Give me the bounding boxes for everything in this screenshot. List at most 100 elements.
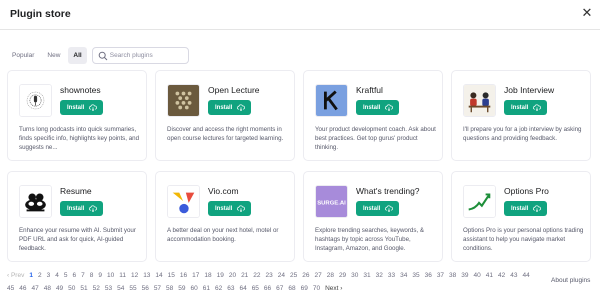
- about-plugins-link[interactable]: About plugins: [551, 277, 590, 284]
- install-button[interactable]: Install: [208, 100, 251, 115]
- page-link[interactable]: 28: [327, 269, 334, 282]
- page-link[interactable]: 48: [44, 282, 51, 295]
- page-link[interactable]: 17: [192, 269, 199, 282]
- page-link[interactable]: 26: [302, 269, 309, 282]
- page-link[interactable]: 54: [117, 282, 124, 295]
- page-link[interactable]: 1: [29, 269, 33, 282]
- page-link[interactable]: 10: [107, 269, 114, 282]
- page-link[interactable]: 7: [81, 269, 85, 282]
- plugin-card-shownotes[interactable]: shownotes Install Turns long podcasts in…: [7, 70, 147, 161]
- page-link[interactable]: 68: [288, 282, 295, 295]
- plugin-card-job-interview[interactable]: Job Interview Install I'll prepare you f…: [451, 70, 591, 161]
- page-link[interactable]: 16: [180, 269, 187, 282]
- page-link[interactable]: 55: [129, 282, 136, 295]
- page-link[interactable]: 44: [522, 269, 529, 282]
- page-link[interactable]: 67: [276, 282, 283, 295]
- plugin-card-resume[interactable]: Resume Install Enhance your resume with …: [7, 171, 147, 262]
- prev-page-button[interactable]: ‹ Prev: [7, 269, 24, 282]
- cloud-download-icon: [89, 104, 97, 111]
- page-link[interactable]: 66: [264, 282, 271, 295]
- page-link[interactable]: 64: [239, 282, 246, 295]
- close-icon[interactable]: ✕: [580, 6, 594, 20]
- search-box[interactable]: [91, 47, 189, 64]
- page-link[interactable]: 60: [191, 282, 198, 295]
- plugin-card-open-lecture[interactable]: Open Lecture Install Discover and access…: [155, 70, 295, 161]
- page-link[interactable]: 33: [388, 269, 395, 282]
- page-link[interactable]: 45: [7, 282, 14, 295]
- page-link[interactable]: 25: [290, 269, 297, 282]
- page-link[interactable]: 19: [217, 269, 224, 282]
- page-link[interactable]: 53: [105, 282, 112, 295]
- page-link[interactable]: 59: [178, 282, 185, 295]
- page-link[interactable]: 63: [227, 282, 234, 295]
- install-button[interactable]: Install: [356, 201, 399, 216]
- cloud-download-icon: [385, 104, 393, 111]
- page-link[interactable]: 50: [68, 282, 75, 295]
- page-link[interactable]: 11: [119, 269, 126, 282]
- page-link[interactable]: 13: [143, 269, 150, 282]
- page-link[interactable]: 43: [510, 269, 517, 282]
- install-button[interactable]: Install: [504, 201, 547, 216]
- plugin-card-options-pro[interactable]: Options Pro Install Options Pro is your …: [451, 171, 591, 262]
- page-link[interactable]: 8: [90, 269, 94, 282]
- page-link[interactable]: 35: [412, 269, 419, 282]
- page-link[interactable]: 18: [204, 269, 211, 282]
- page-link[interactable]: 34: [400, 269, 407, 282]
- tab-new[interactable]: New: [42, 47, 65, 64]
- page-link[interactable]: 14: [155, 269, 162, 282]
- page-link[interactable]: 65: [252, 282, 259, 295]
- page-link[interactable]: 5: [64, 269, 68, 282]
- page-link[interactable]: 30: [351, 269, 358, 282]
- page-link[interactable]: 56: [142, 282, 149, 295]
- page-link[interactable]: 23: [266, 269, 273, 282]
- page-link[interactable]: 41: [486, 269, 493, 282]
- install-button[interactable]: Install: [60, 201, 103, 216]
- page-link[interactable]: 31: [363, 269, 370, 282]
- page-link[interactable]: 24: [278, 269, 285, 282]
- page-link[interactable]: 51: [80, 282, 87, 295]
- page-link[interactable]: 70: [313, 282, 320, 295]
- page-link[interactable]: 46: [19, 282, 26, 295]
- plugin-card-kraftful[interactable]: Kraftful Install Your product developmen…: [303, 70, 443, 161]
- page-link[interactable]: 22: [253, 269, 260, 282]
- page-link[interactable]: 4: [55, 269, 59, 282]
- page-link[interactable]: 47: [31, 282, 38, 295]
- install-button[interactable]: Install: [504, 100, 547, 115]
- page-link[interactable]: 40: [474, 269, 481, 282]
- page-link[interactable]: 62: [215, 282, 222, 295]
- page-link[interactable]: 36: [425, 269, 432, 282]
- plugin-card-vio[interactable]: Vio.com Install A better deal on your ne…: [155, 171, 295, 262]
- install-button[interactable]: Install: [208, 201, 251, 216]
- next-page-button[interactable]: Next ›: [325, 282, 342, 295]
- install-button[interactable]: Install: [60, 100, 103, 115]
- page-link[interactable]: 52: [93, 282, 100, 295]
- surge-ai-logo: SURGE.AI: [315, 185, 348, 218]
- page-link[interactable]: 2: [38, 269, 42, 282]
- page-link[interactable]: 49: [56, 282, 63, 295]
- page-link[interactable]: 21: [241, 269, 248, 282]
- page-link[interactable]: 39: [461, 269, 468, 282]
- page-link[interactable]: 27: [314, 269, 321, 282]
- install-button[interactable]: Install: [356, 100, 399, 115]
- page-link[interactable]: 42: [498, 269, 505, 282]
- dialog-title: Plugin store: [10, 8, 71, 20]
- page-link[interactable]: 37: [437, 269, 444, 282]
- tab-popular[interactable]: Popular: [7, 47, 39, 64]
- page-link[interactable]: 58: [166, 282, 173, 295]
- page-link[interactable]: 9: [98, 269, 102, 282]
- page-link[interactable]: 3: [47, 269, 51, 282]
- page-link[interactable]: 57: [154, 282, 161, 295]
- search-input[interactable]: [109, 49, 186, 62]
- page-link[interactable]: 20: [229, 269, 236, 282]
- page-link[interactable]: 15: [168, 269, 175, 282]
- page-link[interactable]: 32: [376, 269, 383, 282]
- plugin-description: I'll prepare you for a job interview by …: [463, 126, 582, 143]
- page-link[interactable]: 69: [301, 282, 308, 295]
- tab-all[interactable]: All: [68, 47, 87, 64]
- plugin-card-whats-trending[interactable]: SURGE.AI What's trending? Install Explor…: [303, 171, 443, 262]
- page-link[interactable]: 12: [131, 269, 138, 282]
- page-link[interactable]: 38: [449, 269, 456, 282]
- page-link[interactable]: 6: [72, 269, 76, 282]
- page-link[interactable]: 29: [339, 269, 346, 282]
- page-link[interactable]: 61: [203, 282, 210, 295]
